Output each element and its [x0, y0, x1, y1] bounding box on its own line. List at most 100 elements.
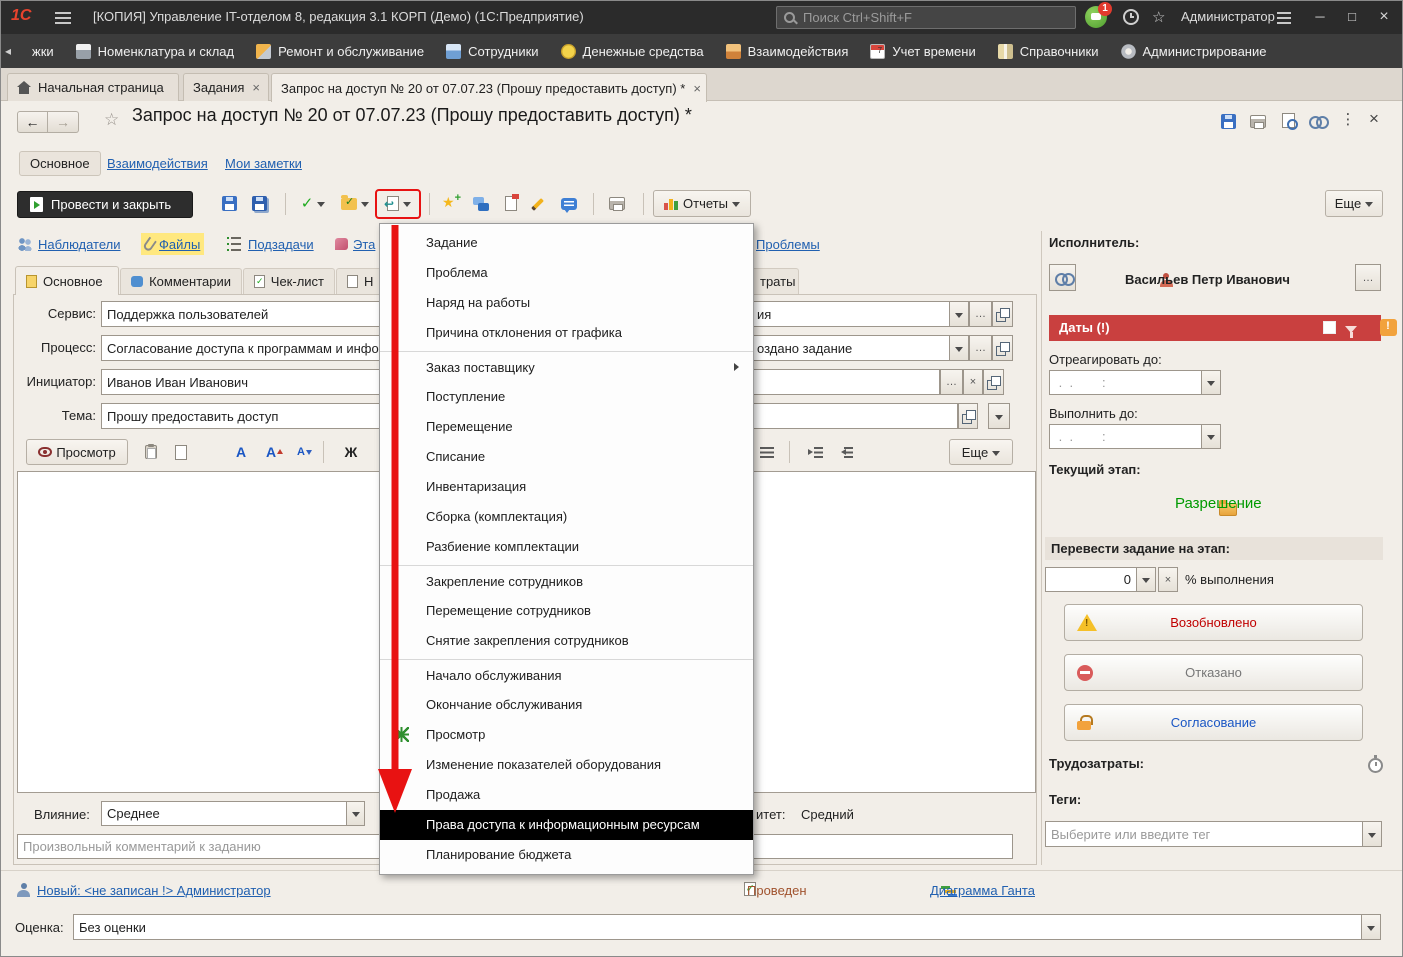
- due-by-input[interactable]: [1049, 424, 1202, 449]
- history-icon[interactable]: [1123, 9, 1139, 25]
- form-tab[interactable]: Комментарии: [120, 268, 242, 294]
- save-button[interactable]: [215, 190, 243, 217]
- dates-checkbox[interactable]: [1323, 321, 1336, 334]
- respond-by-input[interactable]: [1049, 370, 1202, 395]
- menu-item[interactable]: Начало обслуживания: [380, 659, 753, 690]
- ellipsis-button[interactable]: …: [969, 301, 992, 327]
- preview-toggle-button[interactable]: Просмотр: [26, 439, 128, 465]
- related-link[interactable]: Эта: [335, 233, 375, 255]
- section-tab[interactable]: Денежные средства: [550, 34, 715, 68]
- tags-input[interactable]: [1045, 821, 1363, 847]
- form-tab[interactable]: Чек-лист: [243, 268, 335, 294]
- close-window-button[interactable]: ×: [1371, 6, 1397, 28]
- forward-button[interactable]: →: [48, 111, 79, 133]
- align-button[interactable]: [753, 439, 780, 465]
- outdent-button[interactable]: [831, 439, 859, 465]
- stage-resumed-button[interactable]: Возобновлено: [1064, 604, 1363, 641]
- tab-home[interactable]: Начальная страница: [7, 73, 179, 101]
- font-bigger-button[interactable]: А: [257, 439, 285, 465]
- overdue-icon[interactable]: [1380, 319, 1397, 336]
- indent-button[interactable]: [801, 439, 829, 465]
- menu-item[interactable]: Заказ поставщику: [380, 351, 753, 382]
- menu-item[interactable]: Списание: [380, 442, 753, 472]
- nav-link-interactions[interactable]: Взаимодействия: [107, 156, 208, 171]
- section-tab[interactable]: Администрирование: [1110, 34, 1278, 68]
- dropdown-button[interactable]: [949, 335, 969, 361]
- more-button[interactable]: Еще: [1325, 190, 1383, 217]
- related-link[interactable]: Файлы: [141, 233, 204, 255]
- menu-item[interactable]: Окончание обслуживания: [380, 690, 753, 720]
- post-and-close-button[interactable]: Провести и закрыть: [17, 191, 193, 218]
- menu-item[interactable]: Задание: [380, 228, 753, 258]
- favorite-toggle-icon[interactable]: ☆: [104, 110, 119, 130]
- section-tab[interactable]: Взаимодействия: [715, 34, 860, 68]
- reports-button[interactable]: Отчеты: [653, 190, 751, 217]
- preview-header-button[interactable]: [1275, 108, 1301, 132]
- more-actions-button[interactable]: ⋮: [1335, 107, 1361, 131]
- open-button[interactable]: [992, 301, 1013, 327]
- menu-item[interactable]: Права доступа к информационным ресурсам: [380, 810, 753, 840]
- nav-link-notes[interactable]: Мои заметки: [225, 156, 302, 171]
- menu-item[interactable]: Проблема: [380, 258, 753, 288]
- related-link[interactable]: Подзадачи: [227, 233, 314, 255]
- gantt-link[interactable]: Диаграмма Ганта: [930, 883, 1035, 898]
- important-button[interactable]: [497, 190, 525, 217]
- clear-button[interactable]: ×: [963, 369, 983, 395]
- tab-tasks[interactable]: Задания ×: [183, 73, 269, 101]
- print-header-button[interactable]: [1245, 109, 1271, 133]
- save-header-button[interactable]: [1215, 109, 1241, 133]
- scroll-left-icon[interactable]: ◂: [5, 44, 21, 58]
- open-button[interactable]: [958, 403, 978, 429]
- print-button[interactable]: [603, 190, 631, 217]
- message-button[interactable]: [555, 190, 583, 217]
- back-button[interactable]: ←: [17, 111, 48, 133]
- dropdown-button[interactable]: [346, 801, 365, 826]
- font-color-button[interactable]: А: [227, 439, 255, 465]
- menu-item[interactable]: Снятие закрепления сотрудников: [380, 626, 753, 656]
- priority-value[interactable]: Средний: [801, 807, 854, 822]
- menu-item[interactable]: Сборка (комплектация): [380, 502, 753, 532]
- maximize-button[interactable]: □: [1339, 6, 1365, 28]
- section-tab[interactable]: 7 Учет времени: [859, 34, 986, 68]
- font-smaller-button[interactable]: А: [287, 439, 315, 465]
- open-button[interactable]: [992, 335, 1013, 361]
- clear-button[interactable]: ×: [1158, 567, 1178, 592]
- close-tab-icon[interactable]: ×: [693, 81, 701, 96]
- nav-current[interactable]: Основное: [19, 151, 101, 176]
- dropdown-button[interactable]: [988, 403, 1010, 429]
- create-on-basis-button[interactable]: ↩: [379, 190, 419, 217]
- menu-item[interactable]: Планирование бюджета: [380, 840, 753, 870]
- section-tab[interactable]: жки: [21, 34, 65, 68]
- paste-special-button[interactable]: [167, 439, 194, 465]
- approve-split-button[interactable]: ✓: [293, 190, 333, 217]
- menu-item[interactable]: Инвентаризация: [380, 472, 753, 502]
- service-menu-icon[interactable]: [1277, 12, 1291, 24]
- edit-button[interactable]: [525, 190, 553, 217]
- ellipsis-button[interactable]: …: [969, 335, 992, 361]
- get-link-button[interactable]: [1305, 109, 1331, 133]
- section-tab[interactable]: Справочники: [987, 34, 1110, 68]
- form-tab[interactable]: Основное: [15, 266, 119, 295]
- menu-item[interactable]: Перемещение сотрудников: [380, 596, 753, 626]
- percent-input[interactable]: [1045, 567, 1137, 592]
- dropdown-button[interactable]: [949, 301, 969, 327]
- section-tab[interactable]: Ремонт и обслуживание: [245, 34, 435, 68]
- related-link[interactable]: Наблюдатели: [17, 233, 121, 255]
- menu-item[interactable]: Наряд на работы: [380, 288, 753, 318]
- global-search[interactable]: [776, 6, 1076, 29]
- menu-item[interactable]: Разбиение комплектации: [380, 532, 753, 562]
- menu-item[interactable]: Поступление: [380, 382, 753, 412]
- filter-icon[interactable]: [1345, 326, 1358, 339]
- stage-declined-button[interactable]: Отказано: [1064, 654, 1363, 691]
- paste-button[interactable]: [137, 439, 164, 465]
- executor-choose-button[interactable]: …: [1355, 264, 1381, 291]
- menu-item[interactable]: Перемещение: [380, 412, 753, 442]
- forward-split-button[interactable]: [335, 190, 375, 217]
- dropdown-button[interactable]: [1201, 370, 1221, 395]
- save-and-close-button[interactable]: [245, 190, 273, 217]
- dropdown-button[interactable]: [1201, 424, 1221, 449]
- timer-icon[interactable]: [1368, 758, 1383, 773]
- stage-approval-button[interactable]: Согласование: [1064, 704, 1363, 741]
- menu-item[interactable]: Причина отклонения от графика: [380, 318, 753, 348]
- search-input[interactable]: [803, 8, 1071, 27]
